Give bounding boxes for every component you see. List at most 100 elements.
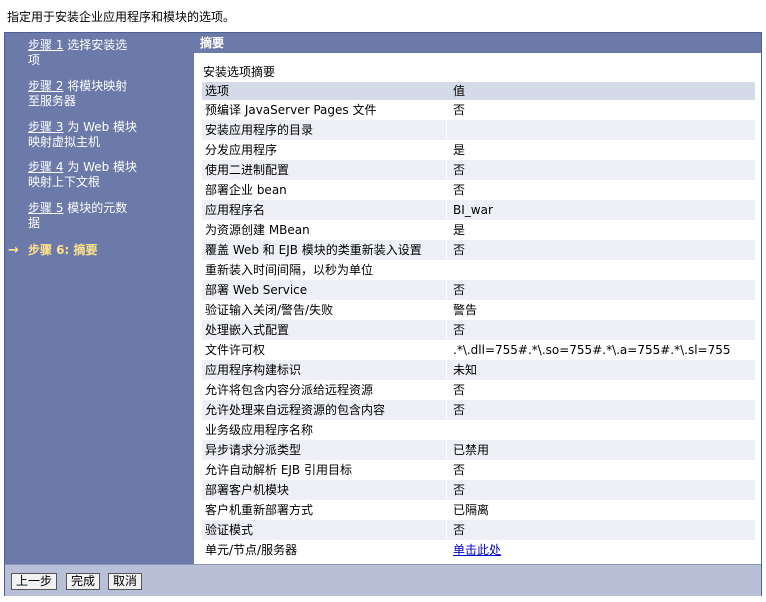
option-cell: 为资源创建 MBean [205, 223, 310, 237]
step-2-link[interactable]: 步骤 2 将模块映射至服务器 [28, 79, 138, 109]
table-row: 业务级应用程序名称 [202, 420, 755, 440]
table-row: 使用二进制配置 否 [202, 160, 755, 180]
value-link[interactable]: 单击此处 [453, 540, 501, 560]
value-cell: 否 [453, 103, 466, 117]
column-divider [446, 520, 447, 540]
previous-button[interactable]: 上一步 [11, 573, 58, 590]
table-row: 单元/节点/服务器 单击此处 [202, 540, 755, 560]
option-cell: 处理嵌入式配置 [205, 323, 290, 337]
value-cell: 否 [453, 183, 466, 197]
table-row: 允许将包含内容分派给远程资源 否 [202, 380, 755, 400]
step-1-number[interactable]: 步骤 1 [28, 38, 63, 52]
table-row: 重新装入时间间隔，以秒为单位 [202, 260, 755, 280]
option-cell: 覆盖 Web 和 EJB 模块的类重新装入设置 [205, 243, 422, 257]
option-cell: 使用二进制配置 [205, 163, 290, 177]
step-1-link[interactable]: 步骤 1 选择安装选项 [28, 38, 138, 68]
column-divider [446, 500, 447, 520]
value-cell: 否 [453, 483, 466, 497]
option-cell: 单元/节点/服务器 [205, 543, 298, 557]
column-divider [446, 440, 447, 460]
column-divider [446, 100, 447, 120]
column-divider [446, 480, 447, 500]
wizard-steps-sidebar: 步骤 1 选择安装选项 步骤 2 将模块映射至服务器 步骤 3 为 Web 模块… [5, 33, 194, 564]
value-cell: 否 [453, 163, 466, 177]
option-cell: 分发应用程序 [205, 143, 278, 157]
column-header-value: 值 [453, 84, 466, 98]
step-4-number[interactable]: 步骤 4 [28, 160, 63, 174]
column-divider [446, 220, 447, 240]
option-cell: 部署客户机模块 [205, 483, 290, 497]
step-5-number[interactable]: 步骤 5 [28, 201, 63, 215]
column-divider [446, 240, 447, 260]
step-4-link[interactable]: 步骤 4 为 Web 模块映射上下文根 [28, 160, 138, 190]
table-row: 客户机重新部署方式 已隔离 [202, 500, 755, 520]
value-cell: 已隔离 [453, 503, 490, 517]
option-cell: 业务级应用程序名称 [205, 423, 314, 437]
step-2-number[interactable]: 步骤 2 [28, 79, 63, 93]
column-divider [446, 540, 447, 560]
column-divider [446, 380, 447, 400]
value-cell: 否 [453, 323, 466, 337]
option-cell: 文件许可权 [205, 343, 266, 357]
table-row: 验证模式 否 [202, 520, 755, 540]
value-cell: 警告 [453, 303, 478, 317]
summary-subtitle: 安装选项摘要 [203, 65, 276, 79]
value-cell: 否 [453, 523, 466, 537]
table-row: 安装应用程序的目录 [202, 120, 755, 140]
table-row: 覆盖 Web 和 EJB 模块的类重新装入设置 否 [202, 240, 755, 260]
table-row: 分发应用程序 是 [202, 140, 755, 160]
summary-content: 摘要 安装选项摘要 选项 值 预编译 JavaServer Pages 文件否安… [194, 33, 761, 564]
step-5-link[interactable]: 步骤 5 模块的元数据 [28, 201, 138, 231]
column-divider [446, 200, 447, 220]
value-cell: 未知 [453, 363, 478, 377]
step-3-number[interactable]: 步骤 3 [28, 120, 63, 134]
table-row: 验证输入关闭/警告/失败 警告 [202, 300, 755, 320]
table-row: 预编译 JavaServer Pages 文件 否 [202, 100, 755, 120]
value-cell: 否 [453, 283, 466, 297]
value-cell: BI_war [453, 203, 493, 217]
finish-button[interactable]: 完成 [66, 573, 101, 590]
option-cell: 安装应用程序的目录 [205, 123, 314, 137]
table-row: 为资源创建 MBean 是 [202, 220, 755, 240]
table-row: 文件许可权 .*\.dll=755#.*\.so=755#.*\.a=755#.*… [202, 340, 755, 360]
summary-table: 选项 值 预编译 JavaServer Pages 文件否安装应用程序的目录 分发… [202, 82, 755, 560]
column-divider [446, 120, 447, 140]
table-row: 部署企业 bean 否 [202, 180, 755, 200]
cancel-button[interactable]: 取消 [108, 573, 143, 590]
table-row: 处理嵌入式配置 否 [202, 320, 755, 340]
option-cell: 允许处理来自远程资源的包含内容 [205, 403, 386, 417]
column-divider [446, 420, 447, 440]
column-divider [446, 160, 447, 180]
option-cell: 应用程序名 [205, 203, 266, 217]
option-cell: 验证输入关闭/警告/失败 [205, 303, 334, 317]
value-cell: .*\.dll=755#.*\.so=755#.*\.a=755#.*\.sl=… [453, 343, 731, 357]
table-row: 允许处理来自远程资源的包含内容 否 [202, 400, 755, 420]
content-header: 摘要 [194, 33, 761, 53]
option-cell: 预编译 JavaServer Pages 文件 [205, 103, 377, 117]
column-divider [446, 180, 447, 200]
option-cell: 部署企业 bean [205, 183, 287, 197]
option-cell: 允许将包含内容分派给远程资源 [205, 383, 374, 397]
step-3-link[interactable]: 步骤 3 为 Web 模块映射虚拟主机 [28, 120, 138, 150]
column-divider [446, 460, 447, 480]
option-cell: 异步请求分派类型 [205, 443, 302, 457]
option-cell: 部署 Web Service [205, 283, 308, 297]
table-row: 应用程序名 BI_war [202, 200, 755, 220]
value-cell: 已禁用 [453, 443, 490, 457]
value-cell: 是 [453, 223, 466, 237]
wizard-panel: 步骤 1 选择安装选项 步骤 2 将模块映射至服务器 步骤 3 为 Web 模块… [4, 32, 762, 596]
option-cell: 验证模式 [205, 523, 254, 537]
column-divider [446, 340, 447, 360]
value-cell: 否 [453, 243, 466, 257]
table-header-row: 选项 值 [202, 82, 755, 100]
value-cell: 否 [453, 463, 466, 477]
option-cell: 重新装入时间间隔，以秒为单位 [205, 263, 374, 277]
column-divider [446, 400, 447, 420]
page-intro: 指定用于安装企业应用程序和模块的选项。 [7, 10, 236, 24]
table-row: 应用程序构建标识 未知 [202, 360, 755, 380]
table-row: 异步请求分派类型 已禁用 [202, 440, 755, 460]
value-cell: 是 [453, 143, 466, 157]
column-divider [446, 300, 447, 320]
value-cell: 否 [453, 383, 466, 397]
table-row: 部署客户机模块 否 [202, 480, 755, 500]
